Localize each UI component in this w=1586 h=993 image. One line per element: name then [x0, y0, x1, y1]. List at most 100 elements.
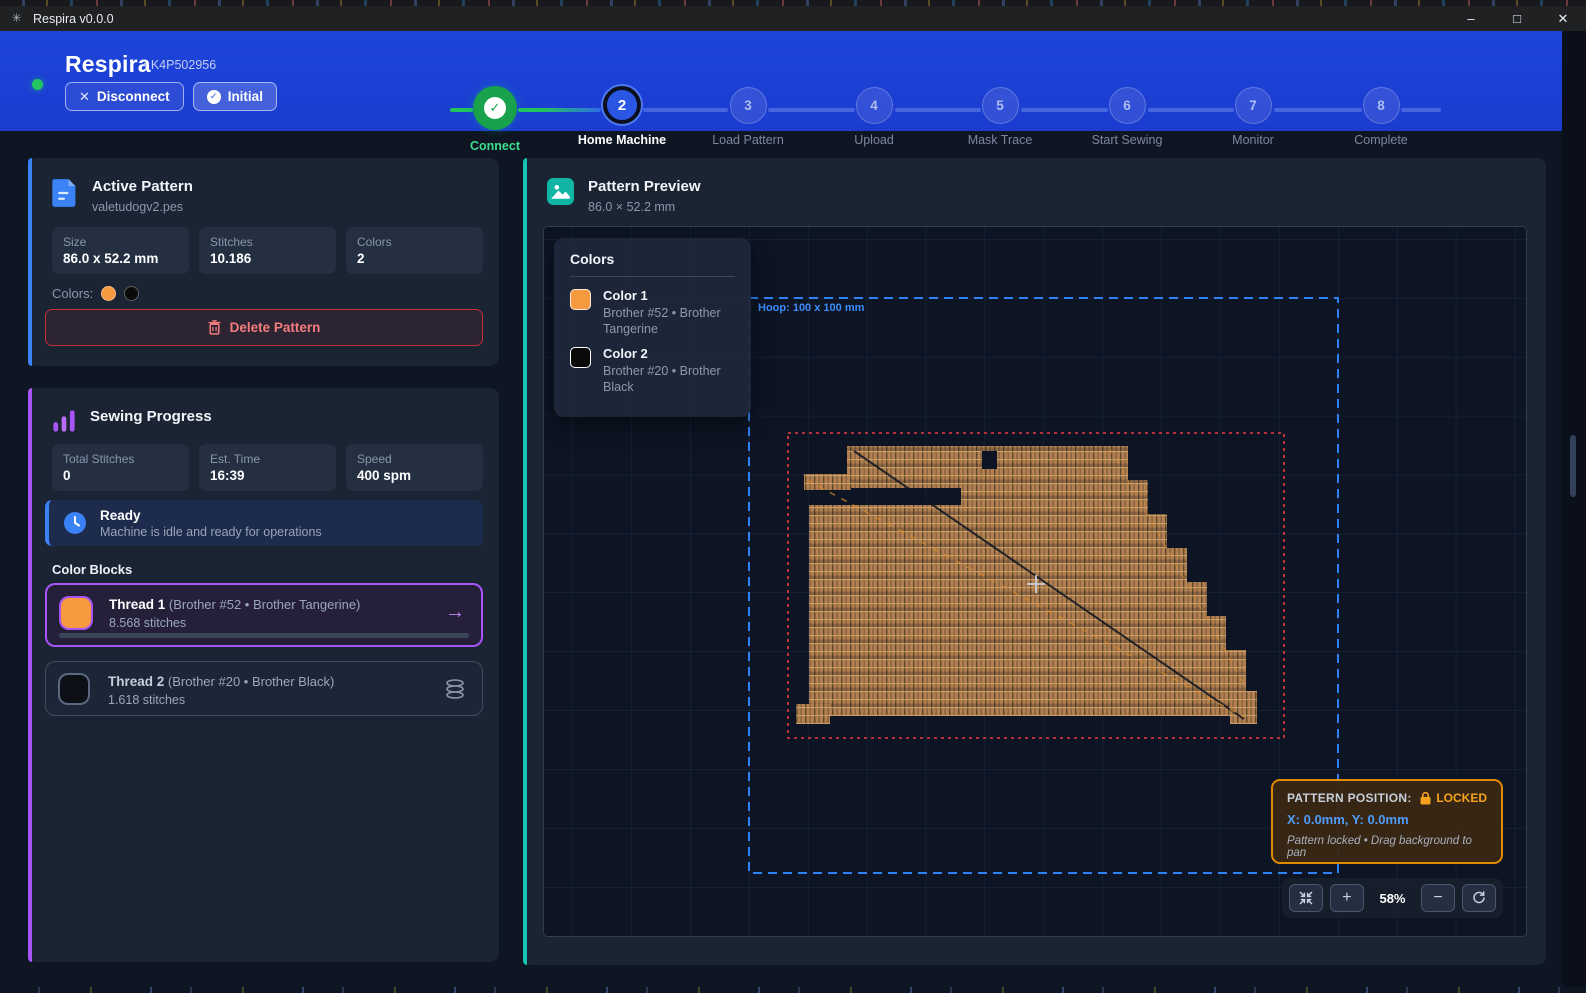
thread-progress-bar: [59, 633, 469, 638]
legend-title: Colors: [570, 251, 735, 267]
color-dot-orange: [101, 286, 116, 301]
chart-bars-icon: [52, 408, 76, 434]
initial-button[interactable]: ✓ Initial: [193, 82, 277, 111]
titlebar[interactable]: ✳ Respira v0.0.0 – □ ✕: [0, 6, 1586, 31]
colors-label: Colors:: [52, 286, 93, 301]
stat-value: 10.186: [210, 251, 325, 266]
check-circle-icon: ✓: [207, 90, 221, 104]
zoom-in-button[interactable]: +: [1330, 884, 1364, 912]
maximize-button[interactable]: □: [1494, 6, 1540, 31]
legend-entry-2: Color 2 Brother #20 • Brother Black: [570, 346, 735, 395]
scrollbar-thumb[interactable]: [1570, 435, 1576, 497]
step-monitor[interactable]: 7 Monitor: [1189, 87, 1317, 147]
plus-icon: +: [1342, 889, 1351, 907]
minimize-icon: –: [1467, 11, 1474, 26]
delete-pattern-button[interactable]: Delete Pattern: [45, 309, 483, 346]
stat-stitches: Stitches 10.186: [199, 227, 336, 274]
scrollbar-track[interactable]: [1562, 31, 1586, 993]
stat-value: 400 spm: [357, 468, 472, 483]
color-dot-black: [124, 286, 139, 301]
step-load-pattern[interactable]: 3 Load Pattern: [684, 87, 812, 147]
file-icon: [52, 178, 78, 208]
check-icon: ✓: [484, 97, 506, 119]
fit-to-screen-button[interactable]: [1289, 884, 1323, 912]
step-upload[interactable]: 4 Upload: [810, 87, 938, 147]
step-mask-trace[interactable]: 5 Mask Trace: [936, 87, 1064, 147]
pattern-filename: valetudogv2.pes: [92, 200, 193, 214]
step-label: Mask Trace: [936, 133, 1064, 147]
zoom-toolbar: + 58% −: [1282, 878, 1503, 918]
header-buttons: ✕ Disconnect ✓ Initial: [65, 82, 277, 111]
app-title: Respira v0.0.0: [33, 12, 114, 26]
zoom-out-button[interactable]: −: [1421, 884, 1455, 912]
thread-name: Thread 2: [108, 674, 164, 689]
stat-value: 2: [357, 251, 472, 266]
step-circle: 8: [1363, 87, 1400, 124]
card-accent: [28, 158, 32, 366]
stat-label: Speed: [357, 452, 472, 466]
step-circle: 6: [1109, 87, 1146, 124]
machine-status-box: Ready Machine is idle and ready for oper…: [45, 500, 483, 546]
card-title: Active Pattern: [92, 178, 193, 195]
thread-stitches: 8.568 stitches: [109, 616, 186, 630]
step-circle: 7: [1235, 87, 1272, 124]
reset-view-button[interactable]: [1462, 884, 1496, 912]
step-complete[interactable]: 8 Complete: [1317, 87, 1445, 147]
reset-refresh-icon: [1471, 890, 1487, 906]
app-header: Respira • K4P502956 ✕ Disconnect ✓ Initi…: [0, 31, 1562, 131]
background-window-sliver: [0, 987, 1586, 993]
card-title: Sewing Progress: [90, 408, 212, 425]
position-label: PATTERN POSITION:: [1287, 791, 1412, 805]
step-circle-active: 2: [603, 86, 641, 124]
stat-colors: Colors 2: [346, 227, 483, 274]
thread-swatch: [60, 675, 88, 703]
minimize-button[interactable]: –: [1448, 6, 1494, 31]
step-circle: 4: [856, 87, 893, 124]
window-controls: – □ ✕: [1448, 6, 1586, 31]
thread-block-1[interactable]: Thread 1 (Brother #52 • Brother Tangerin…: [45, 583, 483, 647]
disconnect-label: Disconnect: [97, 89, 170, 104]
step-label: Home Machine: [558, 133, 686, 147]
stat-speed: Speed 400 spm: [346, 444, 483, 491]
layers-stack-icon: [444, 677, 466, 701]
delete-pattern-label: Delete Pattern: [230, 320, 321, 335]
step-start-sewing[interactable]: 6 Start Sewing: [1063, 87, 1191, 147]
stat-value: 86.0 x 52.2 mm: [63, 251, 178, 266]
thread-block-2[interactable]: Thread 2 (Brother #20 • Brother Black) 1…: [45, 661, 483, 716]
app-window: ✳ Respira v0.0.0 – □ ✕ Respira • K4P5029…: [0, 0, 1586, 993]
step-circle: 5: [982, 87, 1019, 124]
stat-label: Colors: [357, 235, 472, 249]
locked-label: LOCKED: [1436, 791, 1487, 805]
image-icon: [547, 178, 574, 205]
maximize-icon: □: [1513, 11, 1521, 26]
thread-name: Thread 1: [109, 597, 165, 612]
pattern-notch: [982, 451, 997, 469]
status-title: Ready: [100, 508, 322, 523]
position-coordinates: X: 0.0mm, Y: 0.0mm: [1287, 812, 1487, 827]
app-icon: ✳: [9, 11, 24, 26]
step-circle-done: ✓: [473, 86, 517, 130]
step-home-machine[interactable]: 2 Home Machine: [558, 86, 686, 147]
color-blocks-heading: Color Blocks: [52, 562, 132, 577]
close-button[interactable]: ✕: [1540, 6, 1586, 31]
legend-color-desc: Brother #52 • Brother Tangerine: [603, 306, 735, 337]
lock-icon: [1420, 792, 1431, 805]
legend-color-name: Color 2: [603, 346, 735, 361]
zoom-level: 58%: [1371, 891, 1414, 906]
stat-size: Size 86.0 x 52.2 mm: [52, 227, 189, 274]
disconnect-button[interactable]: ✕ Disconnect: [65, 82, 184, 111]
stat-label: Total Stitches: [63, 452, 178, 466]
brand-title: Respira: [65, 51, 151, 78]
pattern-canvas[interactable]: Hoop: 100 x 100 mm: [543, 226, 1527, 937]
legend-color-name: Color 1: [603, 288, 735, 303]
legend-divider: [570, 276, 735, 277]
colors-legend: Colors Color 1 Brother #52 • Brother Tan…: [554, 238, 751, 417]
stat-label: Size: [63, 235, 178, 249]
step-connect[interactable]: ✓ Connect: [431, 86, 559, 153]
step-label: Connect: [431, 139, 559, 153]
status-description: Machine is idle and ready for operations: [100, 525, 322, 539]
position-hint: Pattern locked • Drag background to pan: [1287, 835, 1487, 859]
thread-stitches: 1.618 stitches: [108, 693, 185, 707]
connection-status-dot: [32, 79, 43, 90]
card-title: Pattern Preview: [588, 178, 701, 195]
